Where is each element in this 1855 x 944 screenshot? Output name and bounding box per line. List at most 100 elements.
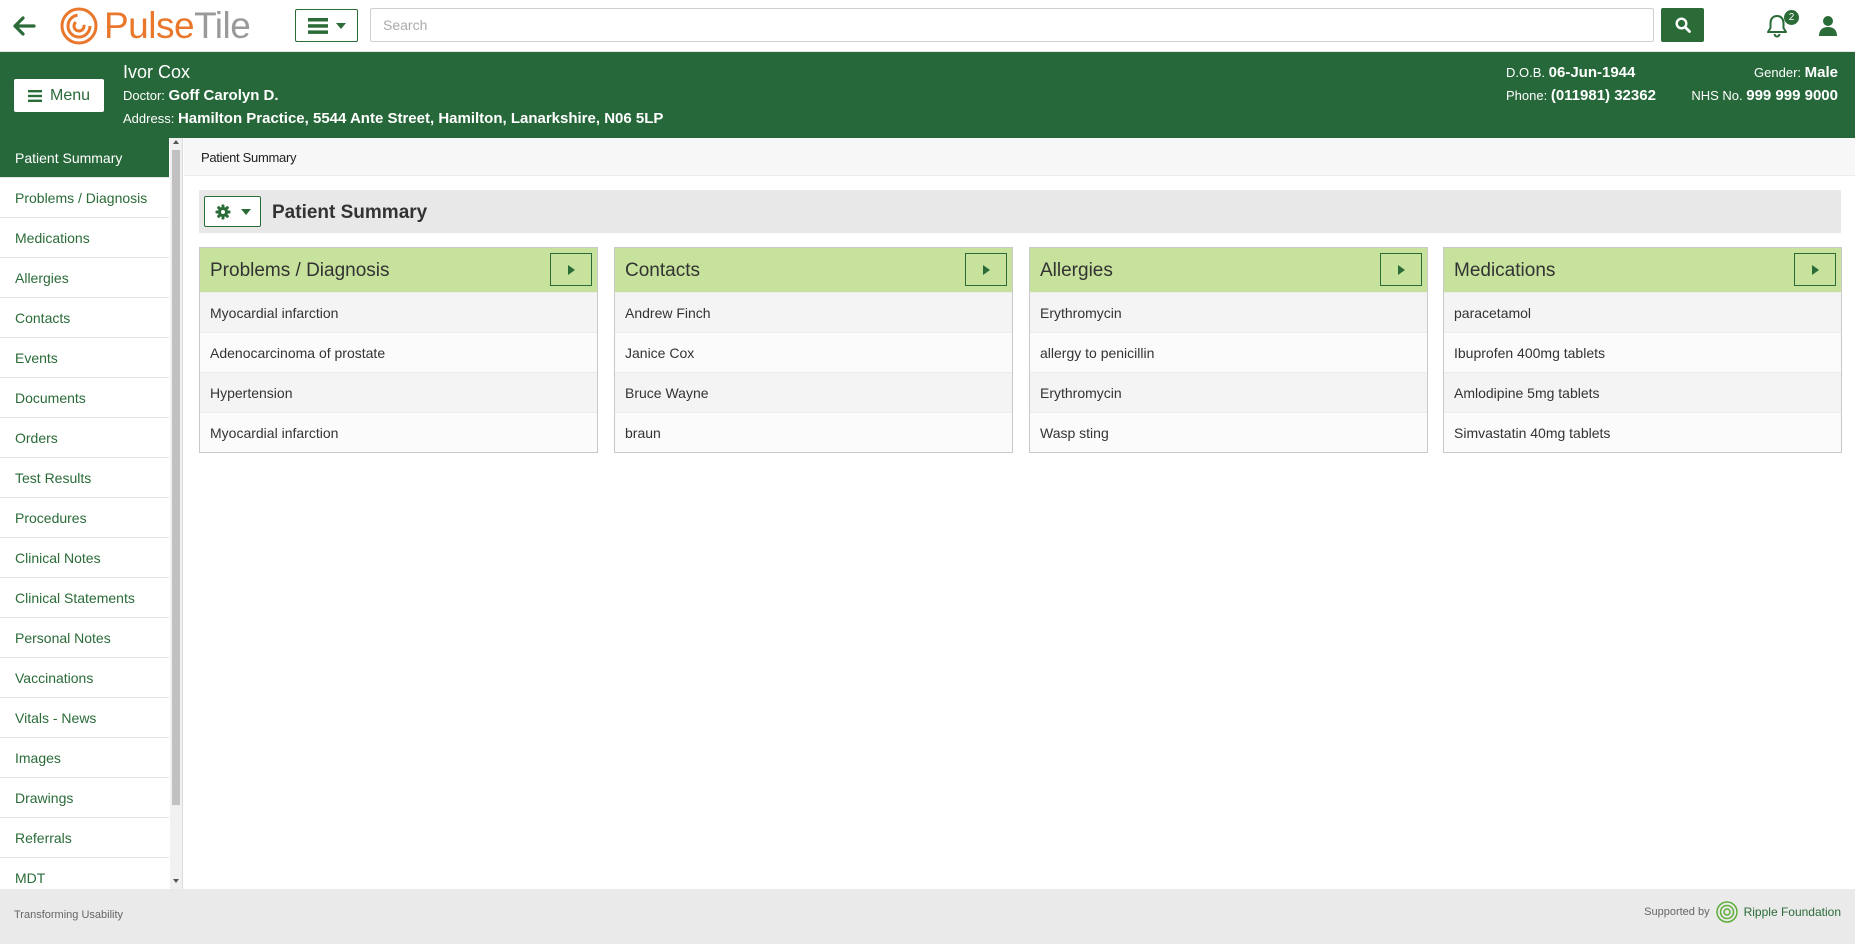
back-arrow-icon[interactable] [12,14,38,38]
address-value: Hamilton Practice, 5544 Ante Street, Ham… [177,110,664,127]
list-item[interactable]: Janice Cox [615,332,1012,372]
settings-dropdown-button[interactable] [204,196,261,227]
sidebar-item-personal-notes[interactable]: Personal Notes [0,618,169,658]
list-item[interactable]: Hypertension [200,372,597,412]
sidebar-item-patient-summary[interactable]: Patient Summary [0,138,169,178]
scrollbar-thumb[interactable] [172,150,180,805]
patient-nhs: NHS No. 999 999 9000 [1691,87,1838,104]
card-title: Medications [1454,260,1556,281]
card-title: Contacts [625,260,700,281]
search-icon [1674,17,1691,33]
patient-banner: Menu Ivor Cox Doctor: Goff Carolyn D. Ad… [0,52,1855,138]
caret-right-icon [567,264,575,275]
card-rows: Myocardial infarction Adenocarcinoma of … [200,292,597,452]
caret-right-icon [1397,264,1405,275]
card-header: Allergies [1030,248,1427,292]
address-label: Address: [123,111,175,126]
list-item[interactable]: Erythromycin [1030,372,1427,412]
sidebar-item-documents[interactable]: Documents [0,378,169,418]
list-item[interactable]: Myocardial infarction [200,412,597,452]
list-icon [307,17,328,34]
caret-down-icon [335,22,346,29]
sidebar-item-referrals[interactable]: Referrals [0,818,169,858]
phone-value: (011981) 32362 [1550,87,1656,104]
logo-text-pulse: Pulse [104,5,195,46]
sidebar-item-vaccinations[interactable]: Vaccinations [0,658,169,698]
pulsetile-logo[interactable]: PulseTile [60,5,251,47]
footer-tagline: Transforming Usability [14,909,124,921]
sidebar-item-procedures[interactable]: Procedures [0,498,169,538]
list-item[interactable]: Amlodipine 5mg tablets [1444,372,1841,412]
list-item[interactable]: Bruce Wayne [615,372,1012,412]
list-item[interactable]: Wasp sting [1030,412,1427,452]
medications-card: Medications paracetamol Ibuprofen 400mg … [1443,247,1842,453]
patient-gender: Gender: Male [1754,64,1838,81]
list-item[interactable]: Ibuprofen 400mg tablets [1444,332,1841,372]
caret-right-icon [982,264,990,275]
list-item[interactable]: Simvastatin 40mg tablets [1444,412,1841,452]
sidebar-item-vitals-news[interactable]: Vitals - News [0,698,169,738]
sidebar-item-events[interactable]: Events [0,338,169,378]
user-icon[interactable] [1818,15,1838,37]
card-rows: Erythromycin allergy to penicillin Eryth… [1030,292,1427,452]
summary-cards: Problems / Diagnosis Myocardial infarcti… [199,247,1842,453]
sidebar-item-contacts[interactable]: Contacts [0,298,169,338]
page-title: Patient Summary [272,202,428,223]
sidebar-item-allergies[interactable]: Allergies [0,258,169,298]
list-item[interactable]: Myocardial infarction [200,292,597,332]
nhs-value: 999 999 9000 [1746,87,1838,104]
sidebar-item-test-results[interactable]: Test Results [0,458,169,498]
scroll-up-arrow-icon[interactable] [173,140,179,144]
scroll-down-arrow-icon[interactable] [173,879,179,883]
caret-down-icon [240,208,251,215]
sidebar-item-mdt[interactable]: MDT [0,858,169,889]
open-medications-button[interactable] [1794,253,1836,286]
list-item[interactable]: paracetamol [1444,292,1841,332]
menu-button[interactable]: Menu [14,79,104,112]
gear-icon [215,204,230,219]
card-header: Contacts [615,248,1012,292]
gender-label: Gender: [1754,65,1802,80]
gender-value: Male [1804,64,1838,81]
card-header: Problems / Diagnosis [200,248,597,292]
list-item[interactable]: Andrew Finch [615,292,1012,332]
open-problems-button[interactable] [550,253,592,286]
patient-name: Ivor Cox [123,62,191,82]
supported-by-label: Supported by [1644,906,1710,918]
sidebar-item-images[interactable]: Images [0,738,169,778]
search-input[interactable] [370,8,1654,42]
footer-support: Supported by Ripple Foundation [1644,901,1841,923]
list-item[interactable]: Adenocarcinoma of prostate [200,332,597,372]
patient-dob: D.O.B. 06-Jun-1944 [1506,64,1635,81]
logo-text: PulseTile [104,5,251,47]
logo-text-tile: Tile [194,5,251,46]
sidebar-item-clinical-statements[interactable]: Clinical Statements [0,578,169,618]
caret-right-icon [1811,264,1819,275]
sidebar-item-problems-diagnosis[interactable]: Problems / Diagnosis [0,178,169,218]
dob-label: D.O.B. [1506,65,1546,80]
patient-phone: Phone: (011981) 32362 [1506,87,1656,104]
open-allergies-button[interactable] [1380,253,1422,286]
allergies-card: Allergies Erythromycin allergy to penici… [1029,247,1428,453]
list-item[interactable]: Erythromycin [1030,292,1427,332]
list-view-button[interactable] [295,9,358,42]
sidebar-scrollbar[interactable] [170,138,182,889]
card-title: Allergies [1040,260,1113,281]
ripple-foundation-link[interactable]: Ripple Foundation [1744,905,1841,919]
sidebar-item-medications[interactable]: Medications [0,218,169,258]
sidebar-item-orders[interactable]: Orders [0,418,169,458]
notification-badge: 2 [1784,10,1799,25]
card-header: Medications [1444,248,1841,292]
sidebar-item-drawings[interactable]: Drawings [0,778,169,818]
list-item[interactable]: allergy to penicillin [1030,332,1427,372]
breadcrumb: Patient Summary [201,150,297,165]
search-button[interactable] [1661,8,1704,42]
list-item[interactable]: braun [615,412,1012,452]
open-contacts-button[interactable] [965,253,1007,286]
sidebar-item-clinical-notes[interactable]: Clinical Notes [0,538,169,578]
sidebar-nav: Patient Summary Problems / Diagnosis Med… [0,138,183,889]
menu-button-label: Menu [49,86,91,104]
card-rows: paracetamol Ibuprofen 400mg tablets Amlo… [1444,292,1841,452]
nhs-label: NHS No. [1691,88,1743,103]
footer: Transforming Usability Supported by Ripp… [0,889,1855,944]
